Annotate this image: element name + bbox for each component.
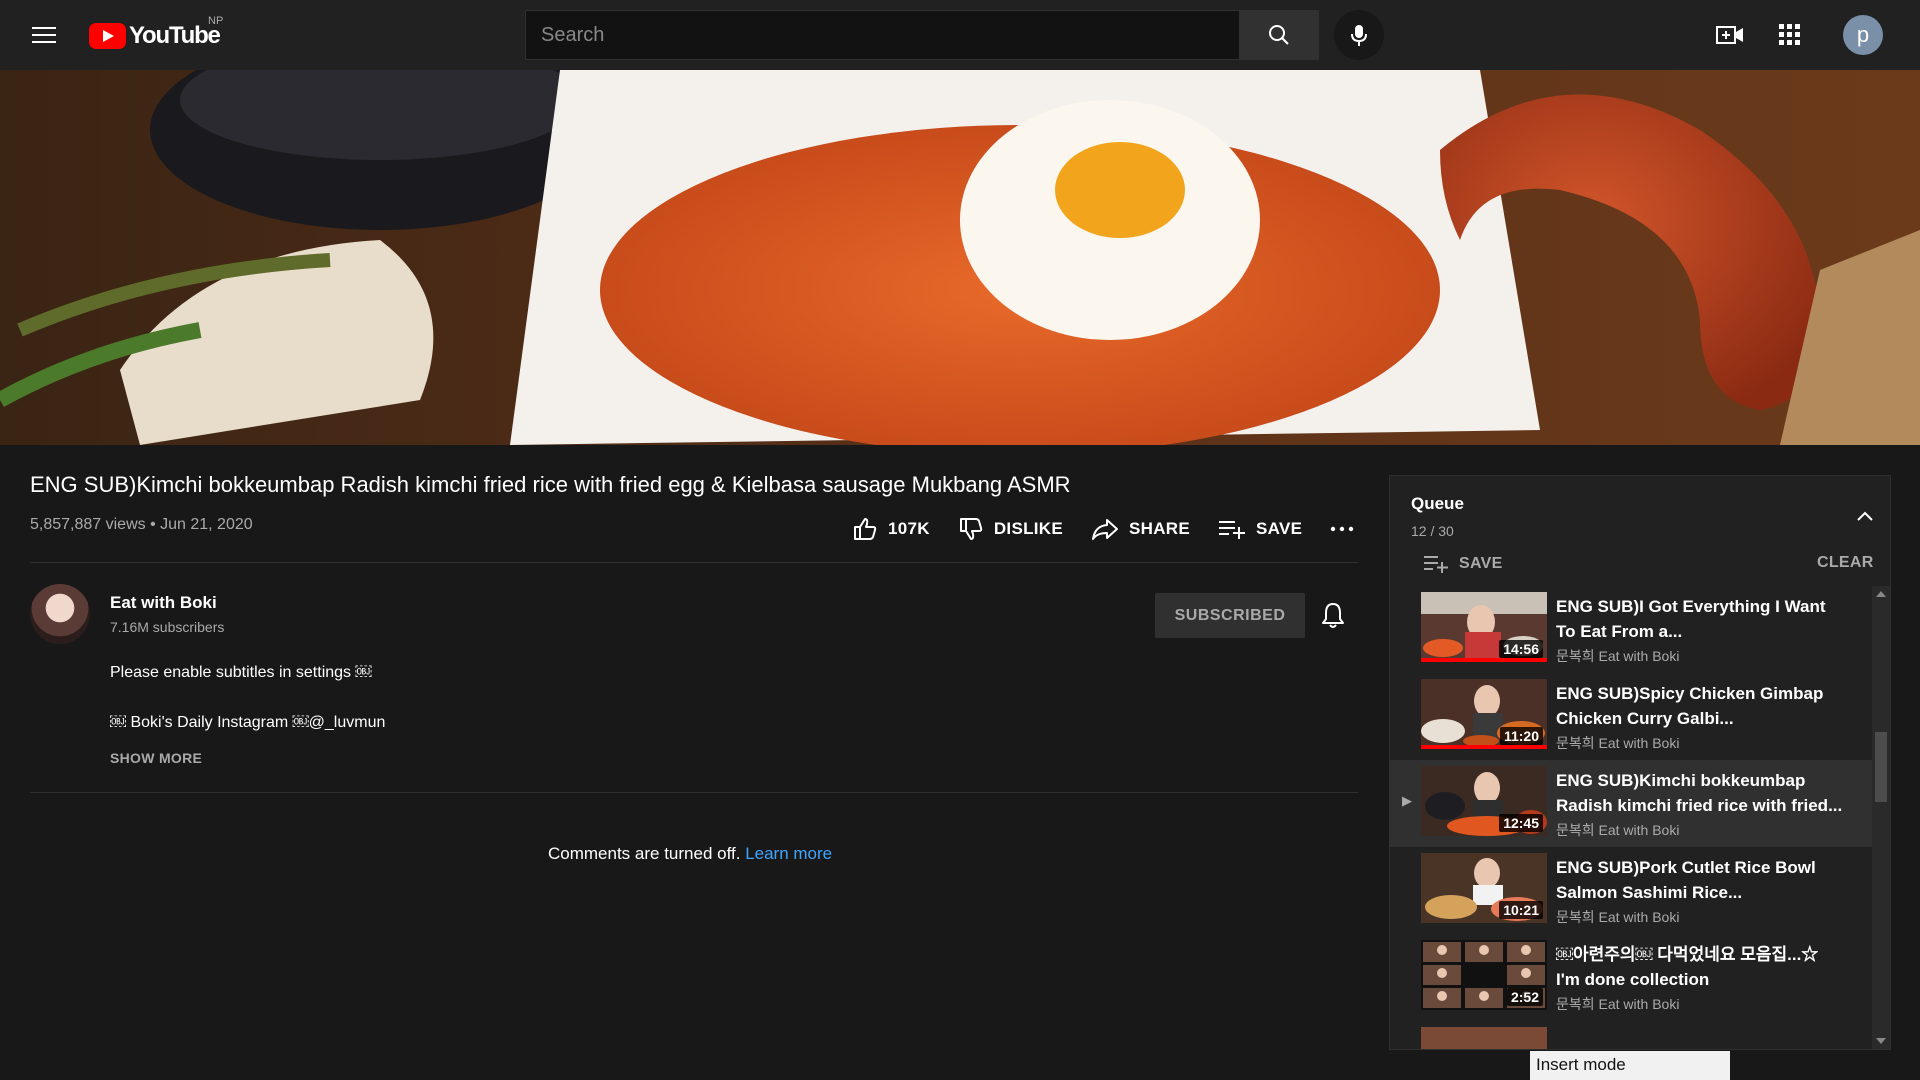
video-actions: 107K DISLIKE SHARE SAVE xyxy=(852,516,1392,542)
queue-item-channel: 문복희 Eat with Boki xyxy=(1556,822,1680,838)
thumbs-up-icon xyxy=(854,518,877,540)
save-button[interactable]: SAVE xyxy=(1218,518,1302,540)
share-button[interactable]: SHARE xyxy=(1091,517,1190,541)
video-player[interactable] xyxy=(0,70,1920,445)
thumbs-down-icon xyxy=(959,518,983,540)
subscriber-count: 7.16M subscribers xyxy=(110,619,225,635)
youtube-logo[interactable]: YouTube NP xyxy=(89,15,223,50)
like-count: 107K xyxy=(888,519,930,538)
dislike-label: DISLIKE xyxy=(993,519,1064,538)
queue-heading: Queue xyxy=(1411,494,1464,513)
create-video-button[interactable] xyxy=(1715,20,1745,50)
watch-progress-bar xyxy=(1421,745,1547,749)
video-frame-image xyxy=(0,70,1920,445)
comments-text: Comments are turned off. xyxy=(548,844,741,863)
description-line: ￼ Boki's Daily Instagram ￼@_luvmun xyxy=(110,714,386,731)
menu-icon[interactable] xyxy=(30,22,58,46)
queue-list: 14:56 ENG SUB)I Got Everything I Want To… xyxy=(1390,586,1872,1049)
queue-item-title[interactable]: ENG SUB)I Got Everything I Want To Eat F… xyxy=(1556,594,1846,644)
show-more-button[interactable]: SHOW MORE xyxy=(110,750,202,766)
video-thumbnail[interactable]: 12:45 xyxy=(1421,766,1547,836)
region-code: NP xyxy=(208,15,224,27)
save-label: SAVE xyxy=(1256,519,1303,538)
scrollbar-thumb[interactable] xyxy=(1875,732,1887,802)
video-thumbnail[interactable]: 11:20 xyxy=(1421,679,1547,749)
queue-item-title[interactable]: ENG SUB)Pork Cutlet Rice Bowl Salmon Sas… xyxy=(1556,855,1846,905)
queue-save-button[interactable]: SAVE xyxy=(1423,554,1503,574)
share-label: SHARE xyxy=(1129,519,1191,538)
like-button[interactable]: 107K xyxy=(852,516,930,542)
queue-item-channel: 문복희 Eat with Boki xyxy=(1556,735,1680,751)
share-arrow-icon xyxy=(1092,519,1119,540)
queue-panel: Queue 12 / 30 SAVE CLEAR 14:56 ENG SUB)I… xyxy=(1389,475,1891,1050)
queue-clear-button[interactable]: CLEAR xyxy=(1817,554,1874,572)
search-icon xyxy=(1269,25,1289,45)
queue-count: 12 / 30 xyxy=(1411,523,1454,539)
divider xyxy=(30,792,1358,793)
playlist-add-icon xyxy=(1424,556,1448,573)
collapse-queue-button[interactable] xyxy=(1856,509,1874,527)
divider xyxy=(30,562,1358,563)
video-duration: 10:21 xyxy=(1499,901,1543,919)
video-duration: 14:56 xyxy=(1499,640,1543,658)
video-info: ENG SUB)Kimchi bokkeumbap Radish kimchi … xyxy=(30,470,1360,540)
video-thumbnail[interactable]: 14:56 xyxy=(1421,592,1547,662)
watch-progress-bar xyxy=(1421,658,1547,662)
logo-text: YouTube xyxy=(129,22,221,49)
youtube-play-icon xyxy=(89,23,126,49)
scroll-up-arrow-icon[interactable] xyxy=(1876,591,1886,597)
queue-item-title[interactable]: ENG SUB)Spicy Chicken Gimbap Chicken Cur… xyxy=(1556,681,1846,731)
video-thumbnail[interactable]: 2:52 xyxy=(1421,940,1547,1010)
thumbnail-image xyxy=(1421,1027,1547,1049)
queue-item[interactable]: 14:56 ENG SUB)I Got Everything I Want To… xyxy=(1390,586,1872,673)
more-horizontal-icon xyxy=(1331,526,1354,532)
video-duration: 2:52 xyxy=(1506,988,1543,1006)
comments-disabled-message: Comments are turned off. Learn more xyxy=(548,844,832,864)
search-button[interactable] xyxy=(1239,10,1319,60)
queue-item-now-playing[interactable]: ▶ 12:45 ENG SUB)Kimchi bokkeumbap Radish… xyxy=(1390,760,1872,847)
insert-mode-indicator: Insert mode xyxy=(1530,1051,1730,1080)
apps-button[interactable] xyxy=(1775,20,1805,50)
queue-save-label: SAVE xyxy=(1459,555,1503,572)
search-box xyxy=(525,10,1240,60)
queue-item-channel: 문복희 Eat with Boki xyxy=(1556,996,1680,1012)
queue-item[interactable]: 2:52 ￼아련주의￼ 다먹었네요 모음집...☆ I'm done colle… xyxy=(1390,934,1872,1021)
video-title: ENG SUB)Kimchi bokkeumbap Radish kimchi … xyxy=(30,472,1071,497)
subscribed-button[interactable]: SUBSCRIBED xyxy=(1155,593,1305,638)
chevron-up-icon xyxy=(1857,511,1873,521)
video-thumbnail[interactable] xyxy=(1421,1027,1547,1049)
description-line: Please enable subtitles in settings ￼ xyxy=(110,664,372,681)
now-playing-icon: ▶ xyxy=(1402,793,1412,808)
video-thumbnail[interactable]: 10:21 xyxy=(1421,853,1547,923)
bell-icon xyxy=(1322,603,1344,628)
masthead: YouTube NP p xyxy=(0,0,1920,70)
more-actions-button[interactable] xyxy=(1330,525,1364,533)
view-count-date: 5,857,887 views • Jun 21, 2020 xyxy=(30,516,253,533)
microphone-icon xyxy=(1351,25,1367,46)
scroll-down-arrow-icon[interactable] xyxy=(1876,1038,1886,1044)
queue-item-title[interactable]: ENG SUB)Kimchi bokkeumbap Radish kimchi … xyxy=(1556,768,1846,818)
queue-item-channel: 문복희 Eat with Boki xyxy=(1556,909,1680,925)
queue-item-channel: 문복희 Eat with Boki xyxy=(1556,648,1680,664)
queue-item[interactable]: 10:21 ENG SUB)Pork Cutlet Rice Bowl Salm… xyxy=(1390,847,1872,934)
apps-grid-icon xyxy=(1779,24,1800,45)
notification-bell-button[interactable] xyxy=(1320,601,1346,634)
account-avatar[interactable]: p xyxy=(1843,15,1883,55)
channel-avatar[interactable] xyxy=(30,584,90,644)
queue-scrollbar[interactable] xyxy=(1872,586,1890,1049)
playlist-add-icon xyxy=(1219,521,1246,539)
video-camera-plus-icon xyxy=(1716,26,1743,44)
dislike-button[interactable]: DISLIKE xyxy=(958,516,1063,542)
voice-search-button[interactable] xyxy=(1334,10,1384,60)
video-duration: 11:20 xyxy=(1499,727,1543,745)
channel-name[interactable]: Eat with Boki xyxy=(110,593,217,613)
queue-item[interactable]: 11:20 ENG SUB)Spicy Chicken Gimbap Chick… xyxy=(1390,673,1872,760)
video-duration: 12:45 xyxy=(1499,814,1543,832)
learn-more-link[interactable]: Learn more xyxy=(745,844,832,863)
search-input[interactable] xyxy=(526,11,1239,59)
queue-item-partial[interactable] xyxy=(1390,1021,1872,1049)
queue-item-title[interactable]: ￼아련주의￼ 다먹었네요 모음집...☆ I'm done collection xyxy=(1556,942,1846,992)
